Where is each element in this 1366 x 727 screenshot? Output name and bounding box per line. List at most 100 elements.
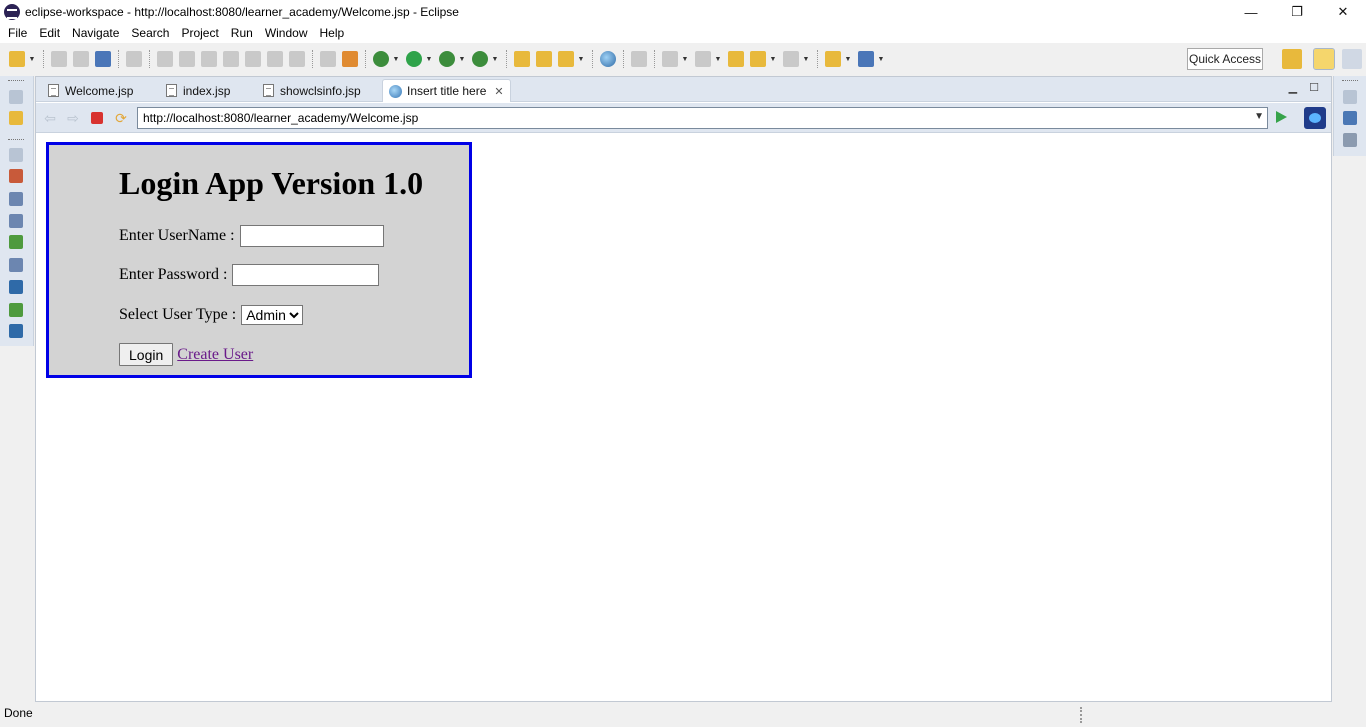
- java-ee-perspective-icon[interactable]: [1313, 48, 1335, 70]
- console-view-icon[interactable]: [9, 280, 23, 294]
- menu-help[interactable]: Help: [314, 24, 351, 43]
- disconnect-icon[interactable]: [223, 51, 239, 67]
- previous-annotation-dropdown-icon[interactable]: ▼: [714, 56, 722, 63]
- coverage-icon[interactable]: [439, 51, 455, 67]
- minimize-editor-icon[interactable]: ▁: [1289, 81, 1297, 94]
- create-user-link[interactable]: Create User: [177, 346, 253, 364]
- title-bar: eclipse-workspace - http://localhost:808…: [0, 0, 1366, 24]
- new-server-dropdown-icon[interactable]: ▼: [844, 56, 852, 63]
- use-step-filters-icon[interactable]: [320, 51, 336, 67]
- debug-dropdown-icon[interactable]: ▼: [392, 56, 400, 63]
- menu-file[interactable]: File: [2, 24, 33, 43]
- minimize-button[interactable]: —: [1228, 0, 1274, 24]
- servers-icon[interactable]: [9, 214, 23, 228]
- debug-icon[interactable]: [373, 51, 389, 67]
- coverage-dropdown-icon[interactable]: ▼: [458, 56, 466, 63]
- login-button[interactable]: Login: [119, 343, 174, 366]
- restore-view-icon[interactable]: [1343, 90, 1357, 104]
- usertype-select[interactable]: Admin: [241, 305, 304, 325]
- suspend-icon[interactable]: [179, 51, 195, 67]
- tab-label: Insert title here: [407, 84, 487, 98]
- menu-edit[interactable]: Edit: [33, 24, 66, 43]
- go-icon[interactable]: [1276, 111, 1287, 123]
- open-resource-icon[interactable]: [536, 51, 552, 67]
- restore-view-icon[interactable]: [9, 90, 23, 104]
- task-list-icon[interactable]: [1343, 133, 1357, 147]
- tab-welcome-jsp[interactable]: Welcome.jsp: [42, 79, 139, 102]
- spring-icon[interactable]: [858, 51, 874, 67]
- tab-insert-title-here[interactable]: Insert title here ✕: [382, 79, 511, 102]
- back-dropdown-icon[interactable]: ▼: [769, 56, 777, 63]
- last-edit-location-icon[interactable]: [728, 51, 744, 67]
- trim-grip[interactable]: [8, 139, 24, 141]
- console-icon[interactable]: [95, 51, 111, 67]
- terminate-icon[interactable]: [201, 51, 217, 67]
- back-arrow-icon[interactable]: ⇦: [42, 110, 58, 126]
- step-into-icon[interactable]: [245, 51, 261, 67]
- previous-annotation-icon[interactable]: [695, 51, 711, 67]
- forward-arrow-icon[interactable]: ⇨: [65, 110, 81, 126]
- outline-icon[interactable]: [1343, 111, 1357, 125]
- jsp-file-icon: [166, 84, 177, 97]
- markers-icon[interactable]: [9, 169, 23, 183]
- forward-dropdown-icon[interactable]: ▼: [802, 56, 810, 63]
- run-dropdown-icon[interactable]: ▼: [425, 56, 433, 63]
- refresh-icon[interactable]: ⟳: [113, 110, 129, 126]
- properties-icon[interactable]: [9, 192, 23, 206]
- debug-perspective-icon[interactable]: [1342, 49, 1362, 69]
- menu-run[interactable]: Run: [225, 24, 259, 43]
- username-input[interactable]: [239, 225, 384, 247]
- url-input[interactable]: [138, 108, 1238, 128]
- forward-icon[interactable]: [783, 51, 799, 67]
- new-dropdown-icon[interactable]: ▼: [28, 56, 36, 63]
- url-history-dropdown-icon[interactable]: ▼: [1254, 111, 1264, 122]
- stop-icon[interactable]: [91, 112, 103, 124]
- resume-icon[interactable]: [157, 51, 173, 67]
- search-icon[interactable]: [631, 51, 647, 67]
- project-explorer-icon[interactable]: [9, 111, 23, 125]
- menu-bar: File Edit Navigate Search Project Run Wi…: [0, 24, 1366, 43]
- external-tools-dropdown-icon[interactable]: ▼: [491, 56, 499, 63]
- snippets-icon[interactable]: [9, 258, 23, 272]
- open-task-dropdown-icon[interactable]: ▼: [577, 56, 585, 63]
- password-input[interactable]: [232, 264, 380, 286]
- trim-grip[interactable]: [8, 80, 24, 82]
- open-type-icon[interactable]: [514, 51, 530, 67]
- close-window-button[interactable]: ✕: [1320, 0, 1366, 24]
- username-label: Enter UserName :: [119, 227, 235, 244]
- external-tools-icon[interactable]: [472, 51, 488, 67]
- menu-search[interactable]: Search: [125, 24, 175, 43]
- quick-access-field[interactable]: Quick Access: [1187, 48, 1263, 70]
- save-icon[interactable]: [51, 51, 67, 67]
- next-annotation-dropdown-icon[interactable]: ▼: [681, 56, 689, 63]
- new-server-icon[interactable]: [825, 51, 841, 67]
- data-source-explorer-icon[interactable]: [9, 235, 23, 249]
- menu-navigate[interactable]: Navigate: [66, 24, 125, 43]
- open-perspective-button-icon[interactable]: [1282, 49, 1302, 69]
- step-return-icon[interactable]: [289, 51, 305, 67]
- search-view-icon[interactable]: [9, 324, 23, 338]
- open-external-browser-icon[interactable]: [1304, 107, 1326, 129]
- save-all-icon[interactable]: [73, 51, 89, 67]
- new-icon[interactable]: [9, 51, 25, 67]
- spring-dropdown-icon[interactable]: ▼: [877, 56, 885, 63]
- open-task-icon[interactable]: [558, 51, 574, 67]
- back-icon[interactable]: [750, 51, 766, 67]
- restore-view-icon[interactable]: [9, 148, 23, 162]
- restore-button[interactable]: ❐: [1274, 0, 1320, 24]
- trim-grip[interactable]: [1342, 80, 1358, 82]
- progress-icon[interactable]: [9, 303, 23, 317]
- skip-breakpoints-icon[interactable]: [126, 51, 142, 67]
- menu-project[interactable]: Project: [175, 24, 224, 43]
- web-browser-icon[interactable]: [600, 51, 616, 67]
- next-annotation-icon[interactable]: [662, 51, 678, 67]
- tab-showclsinfo-jsp[interactable]: showclsinfo.jsp: [257, 79, 367, 102]
- maximize-editor-icon[interactable]: ☐: [1309, 81, 1319, 94]
- menu-window[interactable]: Window: [259, 24, 314, 43]
- tab-index-jsp[interactable]: index.jsp: [160, 79, 236, 102]
- run-icon[interactable]: [406, 51, 422, 67]
- username-row: Enter UserName :: [119, 225, 384, 247]
- open-perspective-icon[interactable]: [342, 51, 358, 67]
- step-over-icon[interactable]: [267, 51, 283, 67]
- close-tab-icon[interactable]: ✕: [494, 85, 503, 98]
